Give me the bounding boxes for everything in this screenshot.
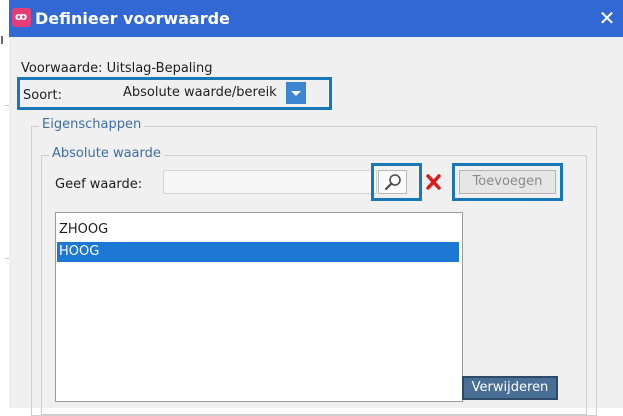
- geef-waarde-label: Geef waarde:: [55, 177, 143, 192]
- dialog-title: Definieer voorwaarde: [35, 9, 230, 28]
- close-x-icon: [426, 174, 441, 190]
- soort-selected-value: Absolute waarde/bereik: [123, 85, 277, 100]
- clear-button[interactable]: [423, 170, 445, 194]
- list-item[interactable]: ZHOOG: [57, 220, 459, 240]
- app-logo-icon: ꝏ: [12, 8, 31, 27]
- chevron-down-icon[interactable]: [286, 82, 306, 104]
- values-list[interactable]: ZHOOG HOOG: [55, 212, 463, 402]
- list-item-selected[interactable]: HOOG: [57, 242, 459, 262]
- search-icon: [384, 174, 401, 191]
- define-condition-dialog: ꝏ Definieer voorwaarde ✕ Voorwaarde: Uit…: [9, 0, 623, 416]
- voorwaarde-line: Voorwaarde: Uitslag-Bepaling: [21, 61, 213, 76]
- add-button[interactable]: Toevoegen: [459, 170, 556, 194]
- voorwaarde-label: Voorwaarde:: [21, 61, 103, 76]
- background-window-edge: [0, 0, 9, 408]
- close-button[interactable]: ✕: [596, 6, 618, 30]
- remove-button[interactable]: Verwijderen: [462, 376, 558, 400]
- search-button[interactable]: [378, 170, 407, 194]
- soort-label: Soort:: [23, 88, 62, 103]
- absolute-waarde-title: Absolute waarde: [49, 146, 164, 161]
- window-edge-mark: [1, 36, 3, 44]
- title-bar: ꝏ Definieer voorwaarde ✕: [9, 0, 623, 37]
- soort-dropdown[interactable]: Absolute waarde/bereik: [120, 82, 306, 104]
- eigenschappen-title: Eigenschappen: [39, 117, 145, 132]
- waarde-input[interactable]: [163, 170, 377, 194]
- voorwaarde-value: Uitslag-Bepaling: [106, 61, 213, 76]
